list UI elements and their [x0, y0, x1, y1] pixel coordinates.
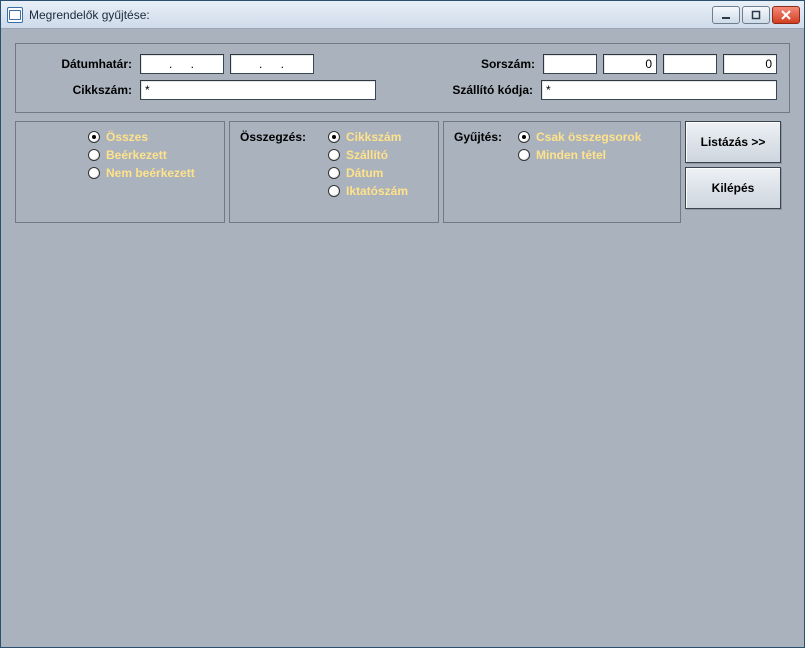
- status-radios: Összes Beérkezett Nem beérkezett: [26, 130, 214, 180]
- radio-dot-icon: [328, 167, 340, 179]
- client-area: Dátumhatár: Sorszám: Cikkszám: Szállító …: [1, 29, 804, 647]
- sorszam-input-3[interactable]: [663, 54, 717, 74]
- window-title: Megrendelők gyűjtése:: [29, 8, 712, 22]
- radio-label: Beérkezett: [106, 148, 167, 162]
- radio-dot-icon: [88, 149, 100, 161]
- status-panel: Összes Beérkezett Nem beérkezett: [15, 121, 225, 223]
- titlebar: Megrendelők gyűjtése:: [1, 1, 804, 29]
- radio-dot-icon: [88, 131, 100, 143]
- maximize-icon: [751, 10, 761, 20]
- gyujtes-panel: Gyűjtés: Csak összegsorok Minden tétel: [443, 121, 681, 223]
- close-icon: [781, 10, 791, 20]
- osszegzes-radios: Cikkszám Szállító Dátum Iktatószám: [328, 130, 408, 198]
- radio-osszes[interactable]: Összes: [88, 130, 214, 144]
- radio-label: Szállító: [346, 148, 388, 162]
- close-button[interactable]: [772, 6, 800, 24]
- label-cikkszam: Cikkszám:: [28, 83, 140, 97]
- app-window: Megrendelők gyűjtése: Dátumhatár: Sorszá…: [0, 0, 805, 648]
- filters-panel: Dátumhatár: Sorszám: Cikkszám: Szállító …: [15, 43, 790, 113]
- radio-osszegzes-szallito[interactable]: Szállító: [328, 148, 408, 162]
- radio-nem-beerkezett[interactable]: Nem beérkezett: [88, 166, 214, 180]
- radio-beerkezett[interactable]: Beérkezett: [88, 148, 214, 162]
- minimize-icon: [721, 10, 731, 20]
- filters-row-1: Dátumhatár: Sorszám:: [28, 54, 777, 74]
- listazas-button[interactable]: Listázás >>: [685, 121, 781, 163]
- radio-dot-icon: [518, 131, 530, 143]
- radio-osszegzes-iktatoszam[interactable]: Iktatószám: [328, 184, 408, 198]
- window-buttons: [712, 6, 800, 24]
- radio-osszegzes-datum[interactable]: Dátum: [328, 166, 408, 180]
- filters-row-2: Cikkszám: Szállító kódja:: [28, 80, 777, 100]
- radio-label: Nem beérkezett: [106, 166, 195, 180]
- side-buttons: Listázás >> Kilépés: [685, 121, 781, 209]
- radio-label: Minden tétel: [536, 148, 606, 162]
- date-from-input[interactable]: [140, 54, 224, 74]
- sorszam-input-2[interactable]: [603, 54, 657, 74]
- radio-dot-icon: [328, 131, 340, 143]
- minimize-button[interactable]: [712, 6, 740, 24]
- sorszam-input-1[interactable]: [543, 54, 597, 74]
- label-szallito-kodja: Szállító kódja:: [421, 83, 541, 97]
- radio-dot-icon: [328, 185, 340, 197]
- kilepes-button[interactable]: Kilépés: [685, 167, 781, 209]
- szallito-input[interactable]: [541, 80, 777, 100]
- radio-label: Iktatószám: [346, 184, 408, 198]
- cikkszam-input[interactable]: [140, 80, 376, 100]
- option-panels: Összes Beérkezett Nem beérkezett Összegz…: [15, 121, 790, 223]
- maximize-button[interactable]: [742, 6, 770, 24]
- date-to-input[interactable]: [230, 54, 314, 74]
- radio-label: Összes: [106, 130, 148, 144]
- radio-label: Dátum: [346, 166, 383, 180]
- radio-gyujtes-osszegsorok[interactable]: Csak összegsorok: [518, 130, 641, 144]
- sorszam-input-4[interactable]: [723, 54, 777, 74]
- label-osszegzes: Összegzés:: [240, 130, 318, 144]
- label-sorszam: Sorszám:: [451, 57, 543, 71]
- gyujtes-radios: Csak összegsorok Minden tétel: [518, 130, 641, 162]
- radio-gyujtes-minden-tetel[interactable]: Minden tétel: [518, 148, 641, 162]
- label-gyujtes: Gyűjtés:: [454, 130, 508, 144]
- radio-osszegzes-cikkszam[interactable]: Cikkszám: [328, 130, 408, 144]
- radio-dot-icon: [88, 167, 100, 179]
- radio-label: Csak összegsorok: [536, 130, 641, 144]
- radio-dot-icon: [328, 149, 340, 161]
- app-icon: [7, 7, 23, 23]
- label-datumhatar: Dátumhatár:: [28, 57, 140, 71]
- osszegzes-panel: Összegzés: Cikkszám Szállító Dátum: [229, 121, 439, 223]
- radio-label: Cikkszám: [346, 130, 401, 144]
- radio-dot-icon: [518, 149, 530, 161]
